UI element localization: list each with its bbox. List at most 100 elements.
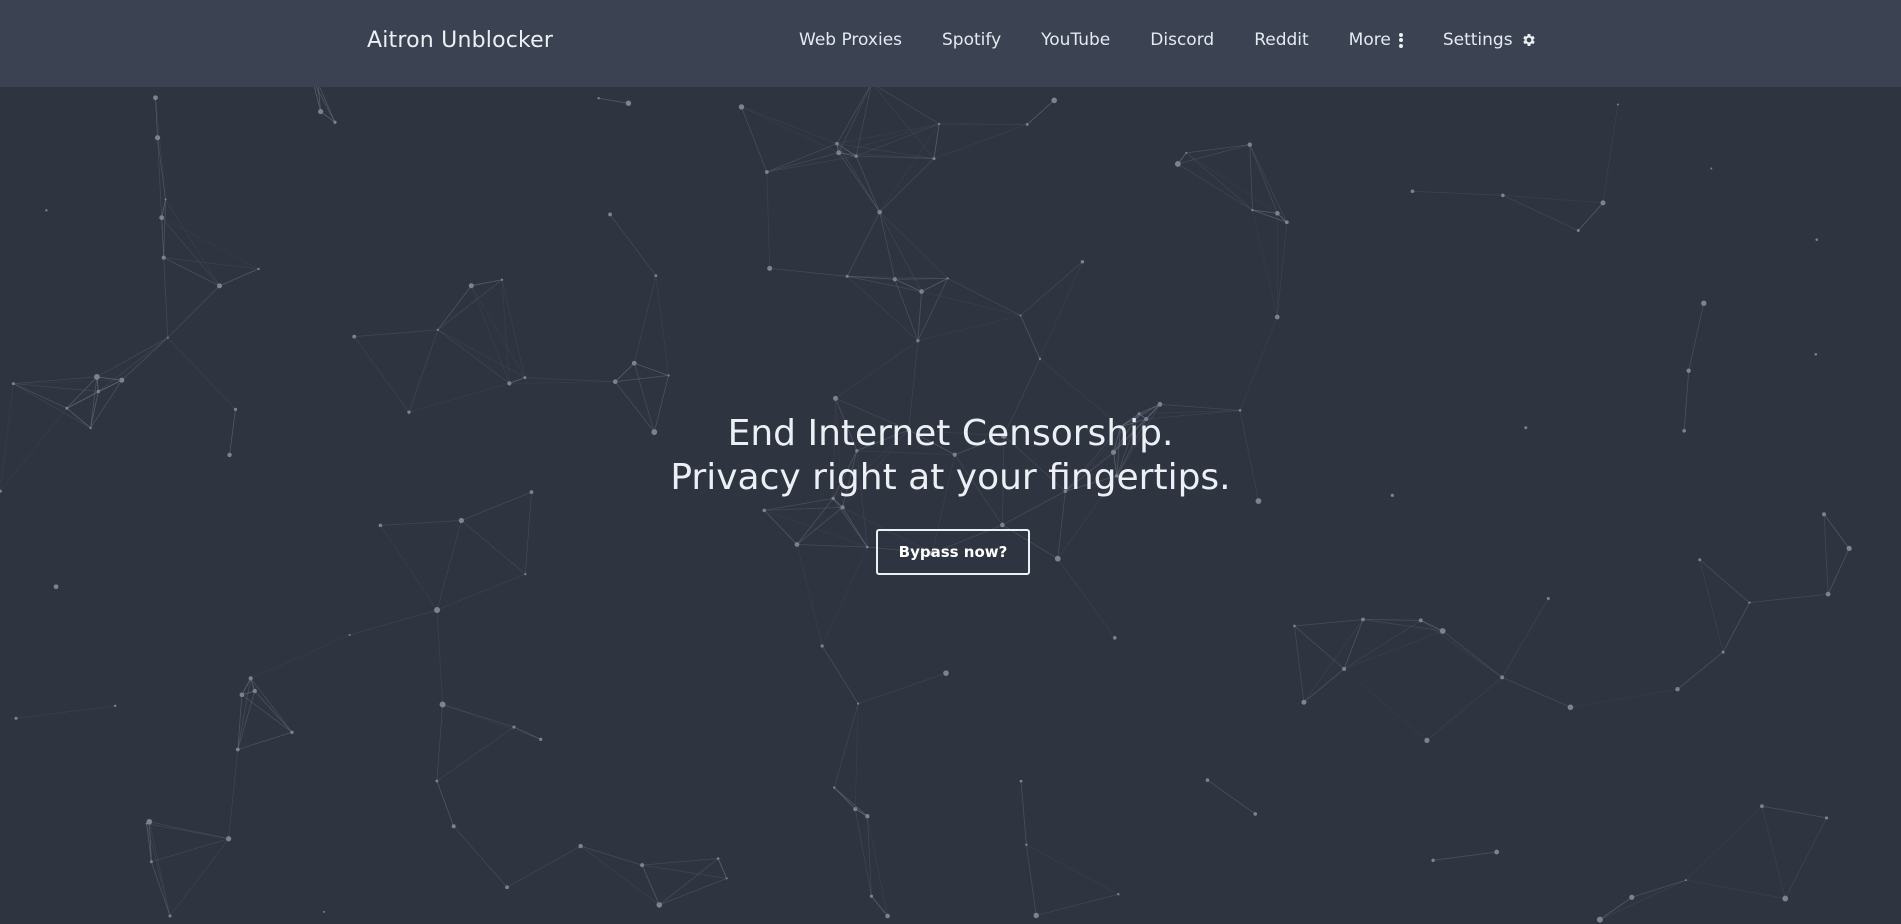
network-link	[835, 340, 919, 399]
brand-title[interactable]: Aitron Unblocker	[367, 28, 553, 53]
network-node	[168, 914, 172, 918]
network-link	[146, 823, 229, 840]
network-link	[1343, 619, 1364, 670]
network-node	[119, 377, 125, 383]
network-link	[470, 285, 526, 378]
network-node	[45, 209, 48, 212]
network-node	[159, 215, 165, 221]
nav-link-spotify[interactable]: Spotify	[942, 30, 1001, 50]
network-link	[1761, 805, 1827, 819]
network-node	[1439, 628, 1446, 634]
nav-link-youtube[interactable]: YouTube	[1041, 30, 1110, 50]
network-node	[833, 786, 836, 789]
network-link	[1501, 598, 1549, 678]
network-node	[1825, 591, 1831, 597]
network-node	[1576, 229, 1580, 233]
network-node	[1301, 699, 1307, 705]
network-node	[434, 607, 441, 613]
bypass-button[interactable]: Bypass now?	[876, 529, 1030, 575]
nav-link-settings[interactable]: Settings	[1443, 30, 1537, 50]
network-node	[885, 913, 890, 919]
network-link	[163, 257, 259, 270]
vertical-dots-icon	[1398, 32, 1403, 48]
network-node	[656, 902, 663, 908]
network-node	[854, 154, 858, 158]
network-node	[1284, 220, 1289, 225]
network-link	[13, 379, 122, 385]
network-link	[764, 498, 834, 511]
nav-link-reddit[interactable]: Reddit	[1254, 30, 1308, 50]
nav-link-more[interactable]: More	[1349, 30, 1403, 50]
network-link	[836, 123, 940, 145]
network-link	[353, 336, 410, 413]
network-link	[1688, 303, 1705, 371]
network-link	[354, 329, 438, 338]
network-link	[1502, 194, 1579, 231]
network-link	[1177, 163, 1253, 211]
network-node	[1748, 601, 1751, 604]
network-link	[866, 816, 888, 917]
network-node	[836, 150, 842, 156]
network-link	[380, 520, 462, 526]
network-node	[505, 885, 509, 890]
network-link	[1249, 144, 1278, 214]
network-node	[435, 779, 439, 783]
hero: End Internet Censorship. Privacy right a…	[0, 412, 1901, 500]
network-link	[1294, 625, 1345, 670]
network-link	[854, 703, 859, 810]
network-link	[838, 82, 873, 153]
network-link	[879, 158, 935, 213]
network-node	[53, 584, 59, 590]
network-node	[468, 283, 474, 289]
network-link	[741, 106, 838, 145]
network-link	[151, 861, 171, 917]
network-node	[217, 283, 223, 289]
network-node	[507, 381, 512, 386]
network-link	[879, 211, 922, 292]
network-link	[167, 285, 220, 338]
network-link	[1207, 779, 1256, 815]
network-node	[725, 877, 728, 880]
network-link	[836, 143, 935, 159]
network-link	[254, 690, 293, 733]
network-link	[821, 546, 868, 647]
network-link	[1276, 222, 1288, 318]
network-link	[598, 97, 629, 104]
network-link	[1159, 403, 1241, 411]
network-link	[163, 257, 169, 338]
network-link	[1502, 194, 1604, 204]
network-node	[1247, 142, 1252, 147]
network-link	[1501, 677, 1571, 708]
network-link	[1570, 688, 1678, 708]
network-link	[167, 337, 236, 410]
network-node	[1185, 151, 1188, 154]
network-link	[155, 97, 166, 200]
network-link	[655, 275, 669, 376]
network-link	[1827, 548, 1850, 595]
network-link	[659, 878, 727, 906]
network-link	[161, 217, 165, 258]
network-node	[149, 860, 153, 864]
network-link	[642, 864, 727, 879]
nav-link-web-proxies[interactable]: Web Proxies	[799, 30, 902, 50]
network-link	[1433, 851, 1497, 861]
network-link	[228, 749, 239, 839]
navbar: Aitron Unblocker Web Proxies Spotify You…	[0, 0, 1901, 87]
network-node	[161, 255, 166, 260]
network-link	[796, 544, 823, 647]
network-node	[869, 894, 874, 898]
network-link	[879, 123, 940, 213]
nav-link-discord[interactable]: Discord	[1150, 30, 1214, 50]
network-node	[1760, 804, 1764, 809]
network-link	[524, 377, 616, 383]
network-link	[408, 329, 439, 413]
network-link	[1412, 190, 1503, 196]
network-node	[608, 212, 612, 217]
nav-link-label: YouTube	[1041, 30, 1111, 50]
network-link	[1294, 619, 1363, 627]
network-link	[857, 672, 947, 704]
network-link	[933, 124, 1028, 159]
network-link	[766, 172, 771, 269]
network-link	[766, 152, 839, 173]
network-link	[442, 704, 541, 740]
